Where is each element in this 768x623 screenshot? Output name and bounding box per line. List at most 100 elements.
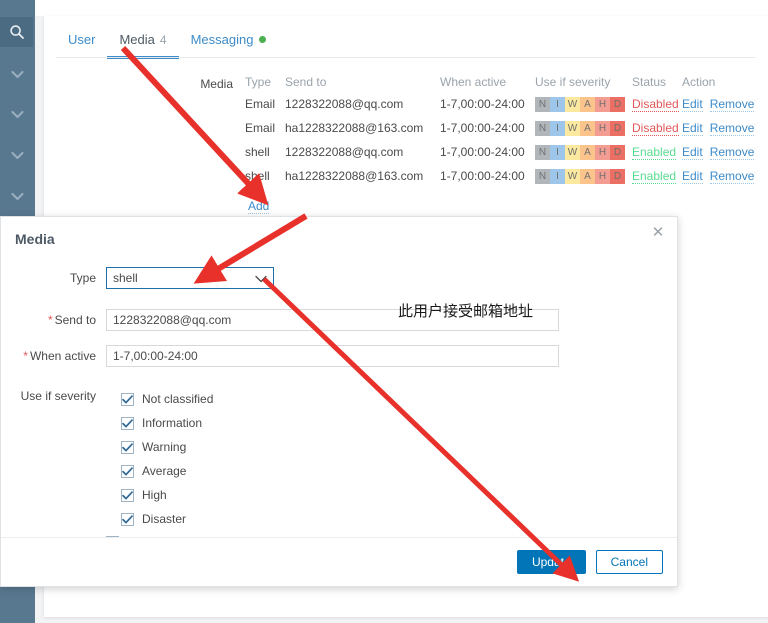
cell-type: shell	[245, 145, 270, 159]
severity-information: I	[550, 97, 565, 112]
severity-information: I	[550, 169, 565, 184]
cell-send-to: 1228322088@qq.com	[285, 97, 404, 111]
severity-disaster: D	[610, 97, 625, 112]
media-section-label: Media	[200, 77, 233, 91]
checkbox-disaster[interactable]	[121, 512, 134, 526]
field-row-when-active: * When active	[1, 345, 559, 367]
table-row: shell ha1228322088@163.com 1-7,00:00-24:…	[245, 168, 768, 192]
status-badge[interactable]: Enabled	[632, 145, 677, 160]
severity-average: A	[580, 121, 595, 136]
table-row: Email 1228322088@qq.com 1-7,00:00-24:00 …	[245, 96, 768, 120]
severity-badge-group: N I W A H D	[535, 97, 625, 112]
sidebar-section-toggle-2[interactable]	[0, 106, 35, 122]
tab-user-label: User	[68, 32, 96, 47]
severity-label-information: Information	[142, 416, 203, 430]
label-when-active: * When active	[1, 349, 106, 363]
severity-disaster: D	[610, 121, 625, 136]
severity-warning: W	[565, 145, 580, 160]
dialog-footer: Update Cancel	[1, 537, 677, 586]
edit-link[interactable]: Edit	[682, 169, 703, 184]
severity-not-classified: N	[535, 121, 550, 136]
checkbox-high[interactable]	[121, 488, 134, 502]
severity-high: H	[595, 169, 610, 184]
media-dialog: Media ✕ Type Email shell *Send to *When …	[0, 216, 678, 587]
chevron-down-icon	[11, 70, 24, 79]
checkbox-warning[interactable]	[121, 440, 134, 454]
edit-link[interactable]: Edit	[682, 145, 703, 160]
severity-information: I	[550, 121, 565, 136]
type-select-wrapper: Email shell	[106, 267, 274, 289]
severity-label-not-classified: Not classified	[142, 392, 214, 406]
cell-when-active: 1-7,00:00-24:00	[440, 121, 525, 135]
severity-badge-group: N I W A H D	[535, 145, 625, 160]
cell-status: Enabled	[632, 144, 682, 168]
checkbox-not-classified[interactable]	[121, 392, 134, 406]
cell-action: Edit Remove	[682, 168, 768, 192]
sidebar-section-toggle-3[interactable]	[0, 147, 35, 163]
tab-media-label: Media	[119, 32, 155, 47]
severity-average: A	[580, 97, 595, 112]
add-media-link[interactable]: Add	[248, 199, 270, 214]
label-send-to-text: Send to	[54, 313, 96, 327]
sidebar-section-toggle-4[interactable]	[0, 188, 35, 204]
severity-disaster: D	[610, 145, 625, 160]
table-row: Email ha1228322088@163.com 1-7,00:00-24:…	[245, 120, 768, 144]
severity-label-warning: Warning	[142, 440, 187, 454]
type-select[interactable]: Email shell	[106, 267, 274, 289]
edit-link[interactable]: Edit	[682, 121, 703, 136]
cell-severity: N I W A H D	[535, 120, 632, 144]
search-icon	[9, 24, 25, 40]
column-header-use-if-severity: Use if severity	[535, 75, 611, 89]
table-row: shell 1228322088@qq.com 1-7,00:00-24:00 …	[245, 144, 768, 168]
severity-not-classified: N	[535, 145, 550, 160]
cell-action: Edit Remove	[682, 144, 768, 168]
dialog-title: Media	[15, 231, 55, 247]
sidebar-search-button[interactable]	[0, 17, 33, 47]
cell-send-to: ha1228322088@163.com	[285, 121, 424, 135]
tab-user[interactable]: User	[56, 30, 107, 59]
severity-badge-group: N I W A H D	[535, 121, 625, 136]
chevron-down-icon	[11, 192, 24, 201]
remove-link[interactable]: Remove	[709, 121, 755, 136]
status-badge[interactable]: Disabled	[632, 121, 679, 136]
tab-messaging[interactable]: Messaging	[179, 30, 279, 59]
checkbox-average[interactable]	[121, 464, 134, 478]
update-button[interactable]: Update	[516, 550, 586, 574]
cancel-button[interactable]: Cancel	[595, 550, 663, 574]
severity-information: I	[550, 145, 565, 160]
severity-row-information: Information	[121, 411, 213, 435]
severity-warning: W	[565, 97, 580, 112]
remove-link[interactable]: Remove	[709, 169, 755, 184]
checkbox-information[interactable]	[121, 416, 134, 430]
edit-link[interactable]: Edit	[682, 97, 703, 112]
remove-link[interactable]: Remove	[709, 97, 755, 112]
required-marker: *	[47, 313, 53, 327]
cell-action: Edit Remove	[682, 120, 768, 144]
messaging-status-dot-icon	[259, 36, 267, 43]
severity-average: A	[580, 145, 595, 160]
severity-disaster: D	[610, 169, 625, 184]
cell-status: Disabled	[632, 120, 682, 144]
media-table: Type Send to When active Use if severity…	[245, 75, 768, 192]
severity-label-high: High	[142, 488, 167, 502]
cell-send-to: ha1228322088@163.com	[285, 169, 424, 183]
severity-checkbox-group: Use if severity Not classified Informati…	[1, 387, 214, 531]
cell-when-active: 1-7,00:00-24:00	[440, 145, 525, 159]
required-marker: *	[23, 349, 28, 363]
severity-row-average: Average	[121, 459, 213, 483]
label-when-active-text: When active	[29, 349, 96, 363]
column-header-status: Status	[632, 75, 667, 89]
tab-bar-divider	[56, 57, 756, 58]
sidebar-section-toggle-1[interactable]	[0, 66, 35, 82]
severity-badge-group: N I W A H D	[535, 169, 625, 184]
cell-type: Email	[245, 121, 276, 135]
column-header-action: Action	[682, 75, 716, 89]
severity-not-classified: N	[535, 169, 550, 184]
remove-link[interactable]: Remove	[709, 145, 755, 160]
status-badge[interactable]: Disabled	[632, 97, 679, 112]
cell-send-to: 1228322088@qq.com	[285, 145, 404, 159]
when-active-input[interactable]	[106, 345, 559, 367]
status-badge[interactable]: Enabled	[632, 169, 677, 184]
tab-media[interactable]: Media 4	[107, 30, 179, 59]
close-icon[interactable]: ✕	[649, 223, 667, 241]
